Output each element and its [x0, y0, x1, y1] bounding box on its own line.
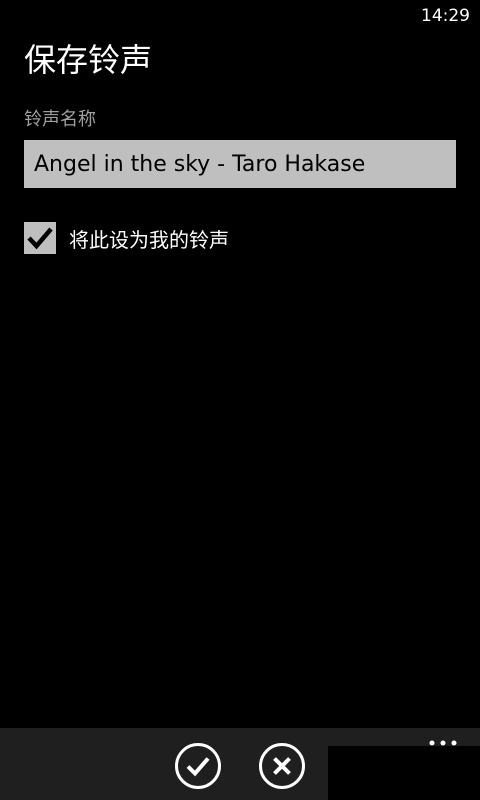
save-button[interactable] [174, 742, 222, 790]
more-options-button[interactable] [428, 734, 458, 746]
status-bar: 14:29 [0, 0, 480, 32]
screen-overlay [328, 746, 480, 800]
page-title: 保存铃声 [24, 41, 153, 79]
set-as-ringtone-label: 将此设为我的铃声 [69, 227, 229, 252]
ringtone-name-input[interactable] [24, 140, 456, 188]
set-as-ringtone-checkbox[interactable] [24, 222, 56, 254]
set-as-ringtone-option[interactable]: 将此设为我的铃声 [24, 222, 229, 254]
status-time: 14:29 [421, 6, 470, 26]
cancel-button[interactable] [258, 742, 306, 790]
ringtone-name-label: 铃声名称 [24, 109, 96, 130]
save-ringtone-screen: 14:29 保存铃声 铃声名称 将此设为我的铃声 [0, 0, 480, 800]
checkmark-icon [27, 227, 53, 250]
check-icon [175, 743, 221, 789]
close-icon [259, 743, 305, 789]
